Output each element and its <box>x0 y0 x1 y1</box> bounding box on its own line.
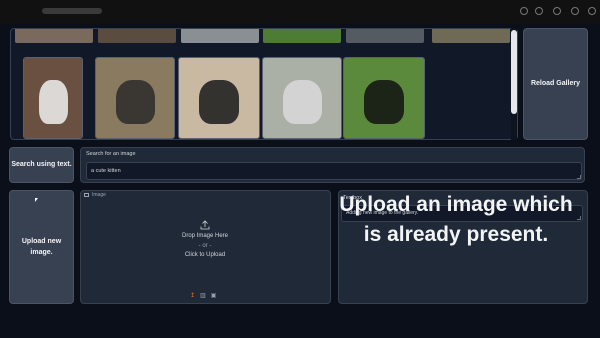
resize-handle-icon[interactable] <box>577 175 581 179</box>
drop-or-text: - or - <box>198 242 212 249</box>
mouse-cursor-icon <box>35 198 38 202</box>
maximize-icon[interactable] <box>571 7 579 15</box>
image-tag: Image <box>84 192 106 198</box>
undo-icon[interactable]: ↥ <box>190 292 195 299</box>
gallery-thumbnail-partial-dog-white[interactable] <box>15 29 93 43</box>
image-gallery <box>10 28 518 140</box>
gallery-subject <box>115 80 155 125</box>
gallery-thumbnail-cat-white-grey[interactable] <box>262 57 342 139</box>
gallery-thumbnail-partial-crates[interactable] <box>98 29 176 43</box>
click-to-upload-text: Click to Upload <box>184 252 226 258</box>
extension-icon[interactable] <box>535 7 543 15</box>
browser-top-bar <box>0 0 600 24</box>
upload-icon <box>150 220 260 232</box>
gallery-scrollbar-thumb[interactable] <box>511 30 517 114</box>
gallery-thumbnail-partial-grey[interactable] <box>346 29 424 43</box>
search-text-button[interactable]: Search using text. <box>9 147 74 183</box>
minimize-icon[interactable] <box>553 7 561 15</box>
search-label: Search for an image <box>86 151 136 157</box>
drop-zone[interactable]: Drop Image Here - or - Click to Upload <box>150 220 260 261</box>
resize-handle-icon[interactable] <box>577 216 581 220</box>
close-icon[interactable] <box>588 7 596 15</box>
drop-text: Drop Image Here <box>181 233 229 239</box>
gallery-image <box>181 29 259 43</box>
gallery-image <box>98 29 176 43</box>
search-input[interactable]: a cute kitten <box>86 162 582 180</box>
clipboard-icon[interactable]: ▣ <box>211 292 217 299</box>
upload-new-image-button[interactable]: Upload new image. <box>9 190 74 304</box>
image-toolbar: ↥ ▥ ▣ <box>190 292 216 299</box>
gallery-thumbnail-puppy-brown[interactable] <box>23 57 83 139</box>
gallery-thumbnail-partial-dog-floor[interactable] <box>181 29 259 43</box>
gallery-thumbnail-partial-grass[interactable] <box>263 29 341 43</box>
gallery-subject <box>282 80 322 125</box>
extension-icon[interactable] <box>520 7 528 15</box>
image-icon <box>84 193 89 197</box>
gallery-image <box>346 29 424 43</box>
address-bar[interactable] <box>42 8 102 14</box>
gallery-subject <box>199 80 239 125</box>
trash-icon[interactable]: ▥ <box>200 292 206 299</box>
gallery-image <box>15 29 93 43</box>
gallery-image <box>432 29 510 43</box>
reload-gallery-button[interactable]: Reload Gallery <box>523 28 588 140</box>
gallery-thumbnail-chihuahua-black[interactable] <box>178 57 260 139</box>
overlay-caption: Upload an image which is already present… <box>339 193 573 246</box>
gallery-thumbnail-partial-dog-grass[interactable] <box>432 29 510 43</box>
gallery-subject <box>38 80 68 125</box>
gallery-thumbnail-dog-black-grass[interactable] <box>343 57 425 139</box>
gallery-image <box>263 29 341 43</box>
gallery-subject <box>364 80 404 125</box>
image-tag-label: Image <box>92 192 106 198</box>
gallery-thumbnail-kitten-tabby[interactable] <box>95 57 175 139</box>
